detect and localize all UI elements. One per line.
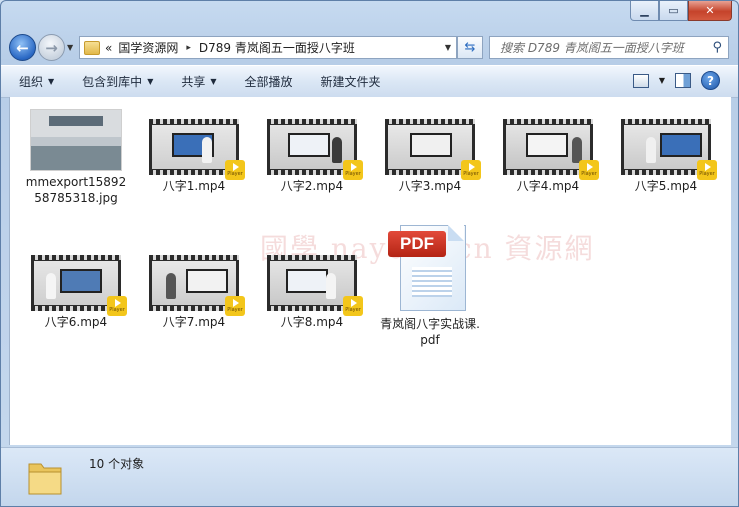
explorer-window: ▁ ▭ ✕ ← → ▼ « 国学资源网 ▸ D789 青岚阁五一面授八字班 ▼ … bbox=[0, 0, 739, 507]
image-thumbnail bbox=[30, 109, 122, 171]
player-badge-icon: Player bbox=[697, 160, 717, 180]
file-list: 國學 nayona.cn 資源網 mmexport1589258785318.j… bbox=[9, 97, 731, 445]
video-thumbnail: Player bbox=[149, 255, 245, 316]
caption-buttons: ▁ ▭ ✕ bbox=[630, 1, 732, 21]
player-badge-icon: Player bbox=[343, 160, 363, 180]
player-badge-icon: Player bbox=[225, 160, 245, 180]
video-thumbnail: Player bbox=[621, 119, 717, 180]
recent-pages-dropdown[interactable]: ▼ bbox=[67, 43, 73, 52]
file-item-video[interactable]: Player 八字6.mp4 bbox=[24, 255, 128, 330]
file-name: 八字5.mp4 bbox=[634, 179, 698, 193]
player-badge-icon: Player bbox=[579, 160, 599, 180]
file-item-pdf[interactable]: PDF 青岚阁八字实战课.pdf bbox=[378, 221, 482, 348]
file-item-video[interactable]: Player 八字7.mp4 bbox=[142, 255, 246, 330]
player-badge-icon: Player bbox=[225, 296, 245, 316]
file-name: 八字1.mp4 bbox=[162, 179, 226, 193]
file-name: 八字7.mp4 bbox=[162, 315, 226, 329]
view-controls: ▼ ? bbox=[632, 71, 720, 90]
refresh-icon: ⇆ bbox=[464, 40, 476, 55]
item-count: 10 个对象 bbox=[89, 457, 145, 471]
preview-pane-icon[interactable] bbox=[675, 73, 691, 88]
close-button[interactable]: ✕ bbox=[688, 1, 732, 21]
player-badge-icon: Player bbox=[343, 296, 363, 316]
search-box[interactable]: 搜索 D789 青岚阁五一面授八字班 ⚲ bbox=[489, 36, 729, 59]
video-thumbnail: Player bbox=[503, 119, 599, 180]
file-item-video[interactable]: Player 八字3.mp4 bbox=[378, 119, 482, 194]
share-menu[interactable]: 共享 ▼ bbox=[181, 73, 216, 90]
file-item-image[interactable]: mmexport1589258785318.jpg bbox=[24, 109, 128, 206]
chevron-down-icon: ▼ bbox=[147, 77, 154, 86]
organize-label: 组织 bbox=[19, 75, 44, 89]
include-in-library-menu[interactable]: 包含到库中 ▼ bbox=[82, 73, 153, 90]
include-in-library-label: 包含到库中 bbox=[82, 75, 143, 89]
forward-button[interactable]: → bbox=[38, 34, 65, 61]
breadcrumb-separator-icon[interactable]: ▸ bbox=[186, 43, 191, 53]
play-all-button[interactable]: 全部播放 bbox=[245, 73, 293, 90]
folder-icon bbox=[84, 40, 100, 55]
file-name: 八字8.mp4 bbox=[280, 315, 344, 329]
video-thumbnail: Player bbox=[385, 119, 481, 180]
player-badge-icon: Player bbox=[461, 160, 481, 180]
help-icon[interactable]: ? bbox=[701, 71, 720, 90]
command-bar: 组织 ▼ 包含到库中 ▼ 共享 ▼ 全部播放 新建文件夹 ▼ ? bbox=[1, 65, 738, 98]
search-icon[interactable]: ⚲ bbox=[712, 40, 722, 55]
maximize-button[interactable]: ▭ bbox=[659, 1, 688, 21]
minimize-button[interactable]: ▁ bbox=[630, 1, 659, 21]
file-item-video[interactable]: Player 八字1.mp4 bbox=[142, 119, 246, 194]
file-name: 青岚阁八字实战课.pdf bbox=[380, 317, 480, 347]
chevron-down-icon: ▼ bbox=[48, 77, 55, 86]
new-folder-label: 新建文件夹 bbox=[320, 75, 381, 89]
navigation-bar: ← → ▼ « 国学资源网 ▸ D789 青岚阁五一面授八字班 ▼ ⇆ 搜索 D… bbox=[1, 31, 738, 63]
file-name: 八字3.mp4 bbox=[398, 179, 462, 193]
view-dropdown-icon[interactable]: ▼ bbox=[659, 76, 665, 85]
pdf-file-icon: PDF bbox=[388, 221, 472, 313]
organize-menu[interactable]: 组织 ▼ bbox=[19, 73, 54, 90]
breadcrumb-parent[interactable]: 国学资源网 bbox=[118, 39, 178, 56]
file-name: 八字6.mp4 bbox=[44, 315, 108, 329]
new-folder-button[interactable]: 新建文件夹 bbox=[321, 73, 381, 90]
file-item-video[interactable]: Player 八字4.mp4 bbox=[496, 119, 600, 194]
search-placeholder: 搜索 D789 青岚阁五一面授八字班 bbox=[500, 41, 684, 55]
video-thumbnail: Player bbox=[267, 119, 363, 180]
folder-icon bbox=[28, 463, 62, 495]
file-item-video[interactable]: Player 八字5.mp4 bbox=[614, 119, 718, 194]
file-name: 八字2.mp4 bbox=[280, 179, 344, 193]
refresh-button[interactable]: ⇆ bbox=[457, 36, 483, 59]
breadcrumb-current[interactable]: D789 青岚阁五一面授八字班 bbox=[199, 39, 355, 56]
file-name: mmexport1589258785318.jpg bbox=[25, 175, 127, 205]
file-name: 八字4.mp4 bbox=[516, 179, 580, 193]
arrow-left-icon: ← bbox=[16, 38, 29, 57]
back-button[interactable]: ← bbox=[9, 34, 36, 61]
video-thumbnail: Player bbox=[149, 119, 245, 180]
breadcrumb-overflow[interactable]: « bbox=[105, 41, 112, 55]
player-badge-icon: Player bbox=[107, 296, 127, 316]
play-all-label: 全部播放 bbox=[244, 75, 293, 89]
address-dropdown-icon[interactable]: ▼ bbox=[445, 43, 451, 52]
change-view-icon[interactable] bbox=[632, 73, 649, 88]
video-thumbnail: Player bbox=[267, 255, 363, 316]
file-item-video[interactable]: Player 八字8.mp4 bbox=[260, 255, 364, 330]
arrow-right-icon: → bbox=[45, 38, 58, 57]
chevron-down-icon: ▼ bbox=[210, 77, 217, 86]
video-thumbnail: Player bbox=[31, 255, 127, 316]
details-pane: 10 个对象 bbox=[1, 447, 738, 506]
file-item-video[interactable]: Player 八字2.mp4 bbox=[260, 119, 364, 194]
address-bar[interactable]: « 国学资源网 ▸ D789 青岚阁五一面授八字班 ▼ bbox=[79, 36, 457, 59]
share-label: 共享 bbox=[181, 75, 206, 89]
